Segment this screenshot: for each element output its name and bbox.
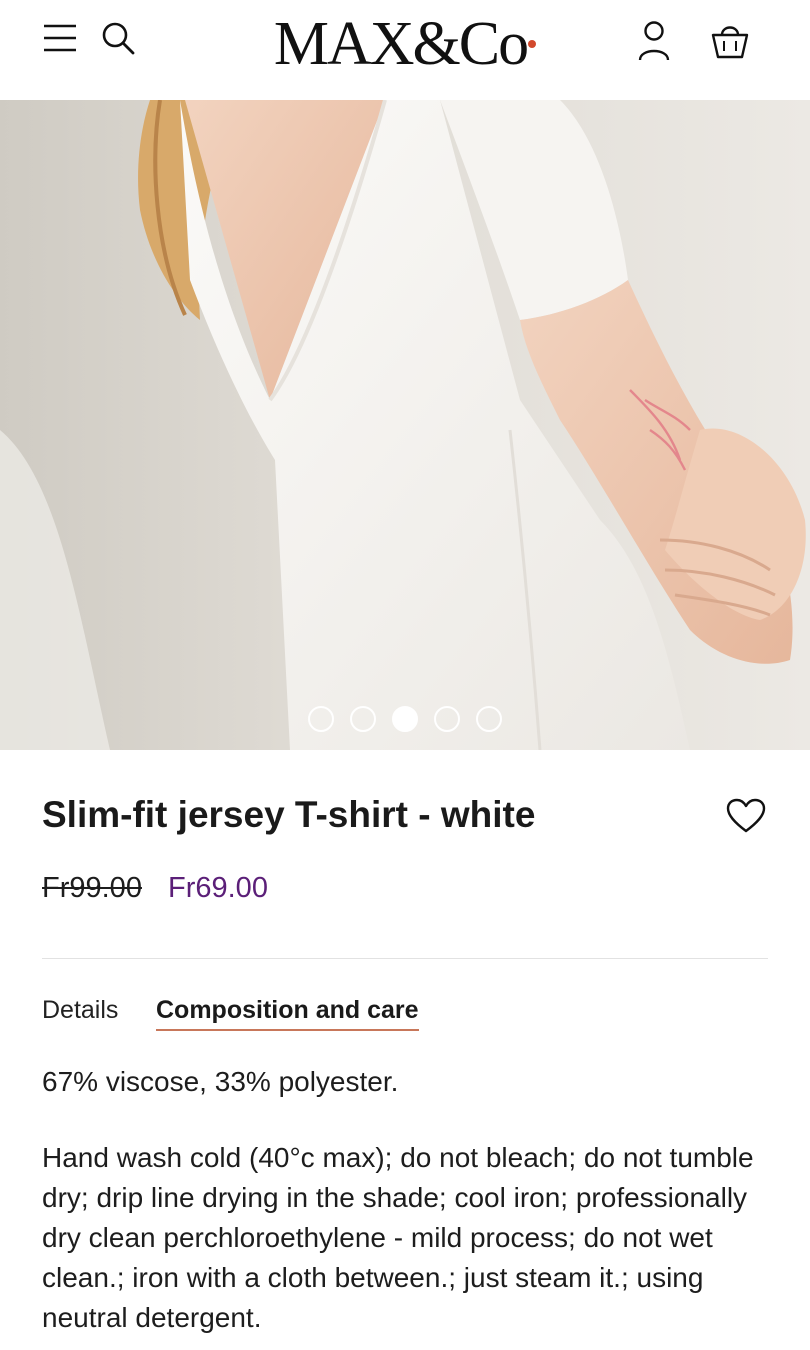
gallery-dot-5[interactable]: [476, 706, 502, 732]
search-icon: [102, 22, 135, 55]
tab-details[interactable]: Details: [42, 996, 118, 1025]
gallery-pagination: [0, 706, 810, 734]
account-button[interactable]: [632, 16, 676, 66]
tab-composition-and-care[interactable]: Composition and care: [156, 996, 419, 1031]
original-price: Fr99.00: [42, 872, 142, 904]
site-header: MAX&Co: [0, 0, 810, 100]
gallery-dot-4[interactable]: [434, 706, 460, 732]
care-instructions: Hand wash cold (40°c max); do not bleach…: [42, 1142, 754, 1333]
product-title: Slim-fit jersey T-shirt - white: [42, 794, 536, 835]
gallery-dot-1[interactable]: [308, 706, 334, 732]
brand-logo[interactable]: MAX&Co: [250, 4, 560, 84]
shopping-bag-icon: [711, 26, 749, 59]
composition-materials: 67% viscose, 33% polyester.: [42, 1066, 399, 1097]
sale-price: Fr69.00: [168, 872, 268, 904]
add-to-wishlist-button[interactable]: [722, 792, 770, 840]
hamburger-menu-icon: [44, 24, 76, 52]
search-button[interactable]: [96, 16, 140, 60]
gallery-dot-2[interactable]: [350, 706, 376, 732]
product-image-gallery[interactable]: [0, 100, 810, 750]
heart-icon: [726, 798, 766, 833]
gallery-dot-3[interactable]: [392, 706, 418, 732]
user-icon: [638, 21, 670, 61]
brand-logo-dot: [528, 40, 537, 48]
section-divider: [42, 958, 768, 959]
brand-logo-text: MAX&Co: [273, 10, 529, 78]
product-photo: [0, 100, 810, 750]
shopping-bag-button[interactable]: [706, 16, 754, 66]
menu-button[interactable]: [38, 16, 82, 60]
